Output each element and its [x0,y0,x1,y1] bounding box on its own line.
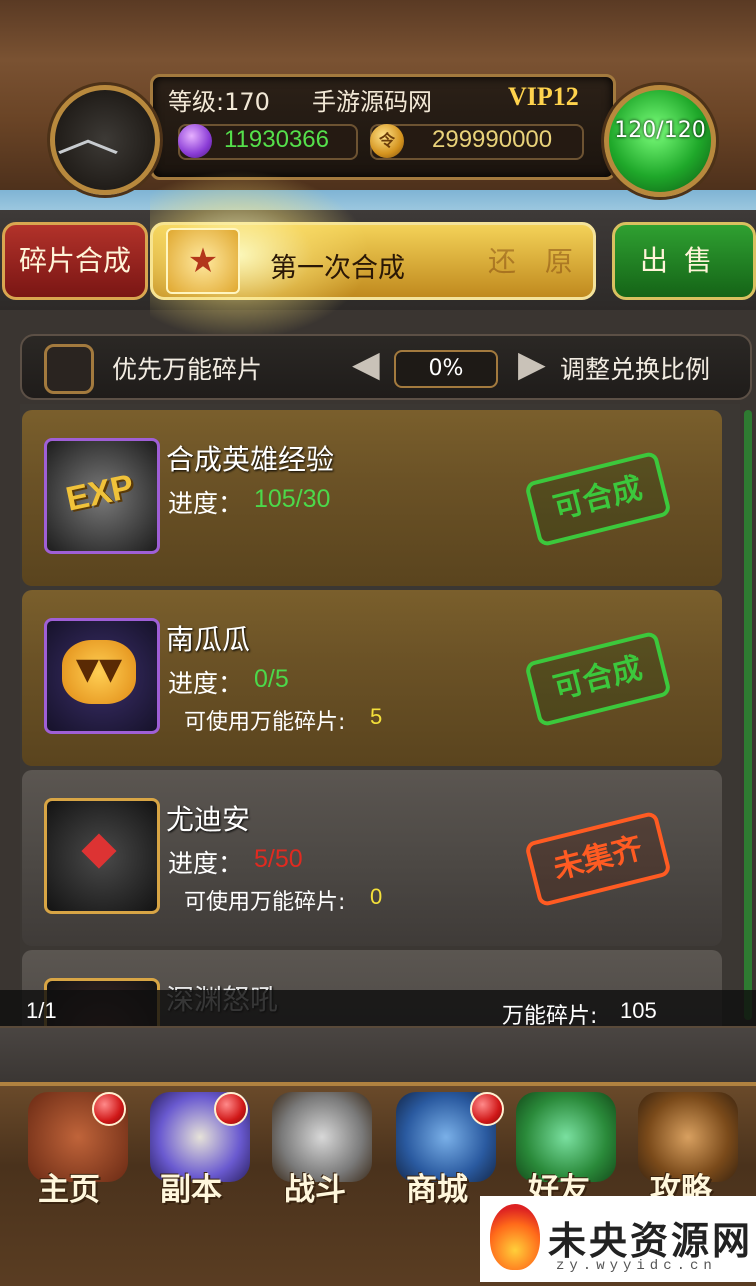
prefer-universal-checkbox[interactable] [44,344,94,394]
flame-logo-icon [490,1204,540,1270]
nav-home-label[interactable]: 主页 [10,1164,128,1209]
item-name: 南瓜瓜 [166,623,251,656]
stone-divider [0,1026,756,1084]
gem-amount: 11930366 [224,126,329,153]
player-level: 等级:170 [168,88,270,116]
watermark-text: 未央资源网 [548,1219,754,1263]
prefer-universal-label: 优先万能碎片 [112,355,263,384]
page-indicator: 1/1 [26,998,57,1023]
tab-first-synthesis-label: 第一次合成 [270,253,405,284]
player-name: 手游源码网 [312,88,432,116]
notification-dot [92,1092,126,1126]
coin-amount: 299990000 [432,126,553,153]
universal-value: 0 [370,884,383,909]
progress-label: 进度： [168,849,244,878]
watermark-url: zy.wyyidc.cn [556,1258,717,1274]
coin-icon: 令 [370,124,404,158]
nav-battle-label[interactable]: 战斗 [256,1164,374,1209]
notification-dot [470,1092,504,1126]
progress-value: 5/50 [254,845,303,873]
list-scrollbar[interactable] [744,410,752,1020]
energy-value: 120/120 [614,118,706,143]
demon-face-icon: ◆ [81,820,117,874]
item-name: 合成英雄经验 [166,443,335,476]
universal-total-value: 105 [620,998,657,1023]
star-badge-icon: ★ [166,228,240,294]
nav-shop-label[interactable]: 商城 [378,1164,496,1209]
tab-restore-label: 还 原 [488,245,583,278]
progress-value: 0/5 [254,665,289,693]
progress-label: 进度： [168,669,244,698]
vip-level[interactable]: VIP12 [508,82,579,112]
progress-label: 进度： [168,489,244,518]
tab-fragment-synthesis[interactable]: 碎片合成 [2,222,148,300]
ratio-value: 0% [394,350,498,388]
universal-value: 5 [370,704,383,729]
ratio-decrease-arrow-icon[interactable]: ◀ [352,344,380,385]
adjust-ratio-label: 调整兑换比例 [560,355,711,384]
sell-button[interactable]: 出售 [612,222,756,300]
ratio-increase-arrow-icon[interactable]: ▶ [518,344,546,385]
item-name: 尤迪安 [166,803,251,836]
pumpkin-face-icon: ▼▼ [75,652,123,687]
nav-dungeon-label[interactable]: 副本 [132,1164,250,1209]
universal-label: 可使用万能碎片: [184,890,346,915]
chevron-up-icon: ︿ [56,115,120,161]
progress-value: 105/30 [254,485,331,513]
notification-dot [214,1092,248,1126]
universal-label: 可使用万能碎片: [184,710,346,735]
gem-icon [178,124,212,158]
